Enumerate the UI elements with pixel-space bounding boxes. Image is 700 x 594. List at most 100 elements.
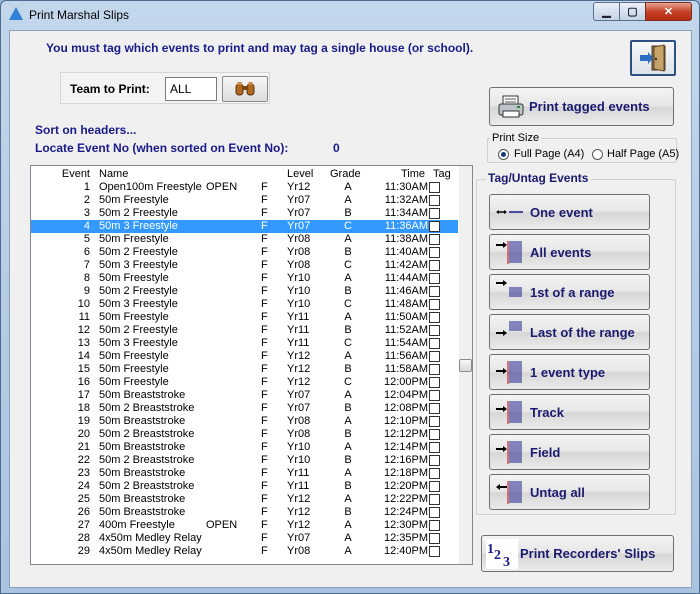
- table-row[interactable]: 15 50m Freestyle F Yr12 B 11:58AM: [31, 363, 451, 376]
- half-page-label[interactable]: Half Page (A5): [607, 148, 679, 160]
- events-list[interactable]: Event Name Level Grade Time Tag 1 Open100…: [30, 165, 473, 565]
- tag-checkbox[interactable]: [429, 429, 440, 440]
- team-to-print-label: Team to Print:: [70, 82, 150, 96]
- tag-checkbox[interactable]: [429, 221, 440, 232]
- table-row[interactable]: 11 50m Freestyle F Yr11 A 11:50AM: [31, 311, 451, 324]
- event-level: Yr10: [287, 441, 311, 453]
- tag-checkbox[interactable]: [429, 494, 440, 505]
- tag-checkbox[interactable]: [429, 182, 440, 193]
- track-button[interactable]: Track: [489, 394, 650, 430]
- table-row[interactable]: 5 50m Freestyle F Yr08 A 11:38AM: [31, 233, 451, 246]
- tag-checkbox[interactable]: [429, 520, 440, 531]
- tag-checkbox[interactable]: [429, 377, 440, 388]
- tag-checkbox[interactable]: [429, 390, 440, 401]
- radio-full-page[interactable]: [498, 149, 509, 160]
- tag-checkbox[interactable]: [429, 455, 440, 466]
- close-button[interactable]: ✕: [645, 2, 692, 21]
- print-tagged-events-button[interactable]: Print tagged events: [489, 87, 674, 126]
- tag-checkbox[interactable]: [429, 364, 440, 375]
- table-row[interactable]: 14 50m Freestyle F Yr12 A 11:56AM: [31, 350, 451, 363]
- table-row[interactable]: 24 50m 2 Breaststroke F Yr11 B 12:20PM: [31, 480, 451, 493]
- untag-all-button[interactable]: Untag all: [489, 474, 650, 510]
- table-row[interactable]: 3 50m 2 Freestyle F Yr07 B 11:34AM: [31, 207, 451, 220]
- header-tag[interactable]: Tag: [433, 168, 451, 181]
- tag-checkbox[interactable]: [429, 273, 440, 284]
- field-button[interactable]: Field: [489, 434, 650, 470]
- table-row[interactable]: 29 4x50m Medley Relay F Yr08 A 12:40PM: [31, 545, 451, 558]
- tag-checkbox[interactable]: [429, 338, 440, 349]
- table-row[interactable]: 27 400m Freestyle OPEN F Yr12 A 12:30PM: [31, 519, 451, 532]
- event-number: 15: [77, 363, 90, 375]
- table-row[interactable]: 16 50m Freestyle F Yr12 C 12:00PM: [31, 376, 451, 389]
- scrollbar-thumb[interactable]: [459, 359, 472, 372]
- table-row[interactable]: 10 50m 3 Freestyle F Yr10 C 11:48AM: [31, 298, 451, 311]
- event-level: Yr08: [287, 415, 311, 427]
- event-grade: A: [344, 441, 352, 453]
- tag-checkbox[interactable]: [429, 507, 440, 518]
- instruction-text: You must tag which events to print and m…: [46, 41, 474, 55]
- header-event[interactable]: Event: [31, 168, 90, 181]
- header-grade[interactable]: Grade: [330, 168, 361, 181]
- table-row[interactable]: 25 50m Breaststroke F Yr12 A 12:22PM: [31, 493, 451, 506]
- header-name[interactable]: Name: [99, 168, 259, 181]
- table-row[interactable]: 17 50m Breaststroke F Yr07 A 12:04PM: [31, 389, 451, 402]
- table-row[interactable]: 6 50m 2 Freestyle F Yr08 B 11:40AM: [31, 246, 451, 259]
- table-row[interactable]: 4 50m 3 Freestyle F Yr07 C 11:36AM: [31, 220, 458, 233]
- table-row[interactable]: 2 50m Freestyle F Yr07 A 11:32AM: [31, 194, 451, 207]
- table-row[interactable]: 26 50m Breaststroke F Yr12 B 12:24PM: [31, 506, 451, 519]
- tag-checkbox[interactable]: [429, 208, 440, 219]
- table-row[interactable]: 23 50m Breaststroke F Yr11 A 12:18PM: [31, 467, 451, 480]
- tag-checkbox[interactable]: [429, 546, 440, 557]
- table-row[interactable]: 8 50m Freestyle F Yr10 A 11:44AM: [31, 272, 451, 285]
- maximize-button[interactable]: ▢: [619, 2, 646, 21]
- tag-checkbox[interactable]: [429, 481, 440, 492]
- list-scrollbar[interactable]: [459, 166, 472, 564]
- table-row[interactable]: 28 4x50m Medley Relay F Yr07 A 12:35PM: [31, 532, 451, 545]
- tag-checkbox[interactable]: [429, 403, 440, 414]
- exit-button[interactable]: [630, 40, 676, 76]
- tag-checkbox[interactable]: [429, 247, 440, 258]
- one-event-button[interactable]: One event: [489, 194, 650, 230]
- first-of-range-button[interactable]: 1st of a range: [489, 274, 650, 310]
- tag-checkbox[interactable]: [429, 325, 440, 336]
- event-time: 11:54AM: [384, 337, 428, 349]
- header-time[interactable]: Time: [401, 168, 425, 181]
- list-header: Event Name Level Grade Time Tag: [31, 168, 451, 181]
- table-row[interactable]: 1 Open100m Freestyle OPEN F Yr12 A 11:30AM: [31, 181, 451, 194]
- tag-checkbox[interactable]: [429, 260, 440, 271]
- table-row[interactable]: 20 50m 2 Breaststroke F Yr08 B 12:12PM: [31, 428, 451, 441]
- tag-checkbox[interactable]: [429, 195, 440, 206]
- find-team-button[interactable]: [222, 76, 268, 102]
- tag-checkbox[interactable]: [429, 533, 440, 544]
- table-row[interactable]: 12 50m 2 Freestyle F Yr11 B 11:52AM: [31, 324, 451, 337]
- tag-checkbox[interactable]: [429, 351, 440, 362]
- table-row[interactable]: 19 50m Breaststroke F Yr08 A 12:10PM: [31, 415, 451, 428]
- tag-checkbox[interactable]: [429, 442, 440, 453]
- event-name: 50m Freestyle: [99, 233, 169, 245]
- table-row[interactable]: 7 50m 3 Freestyle F Yr08 C 11:42AM: [31, 259, 451, 272]
- event-type-button[interactable]: 1 event type: [489, 354, 650, 390]
- tag-checkbox[interactable]: [429, 416, 440, 427]
- header-level[interactable]: Level: [287, 168, 317, 181]
- minimize-button[interactable]: ▁: [593, 2, 620, 21]
- event-time: 11:50AM: [384, 311, 428, 323]
- tag-checkbox[interactable]: [429, 234, 440, 245]
- team-to-print-input[interactable]: [165, 77, 217, 101]
- tag-checkbox[interactable]: [429, 468, 440, 479]
- full-page-label[interactable]: Full Page (A4): [514, 148, 584, 160]
- table-row[interactable]: 13 50m 3 Freestyle F Yr11 C 11:54AM: [31, 337, 451, 350]
- tag-checkbox[interactable]: [429, 286, 440, 297]
- table-row[interactable]: 9 50m 2 Freestyle F Yr10 B 11:46AM: [31, 285, 451, 298]
- all-events-button[interactable]: All events: [489, 234, 650, 270]
- tag-checkbox[interactable]: [429, 312, 440, 323]
- tag-checkbox[interactable]: [429, 299, 440, 310]
- event-level: Yr11: [287, 324, 310, 336]
- locate-event-value[interactable]: 0: [333, 141, 340, 155]
- table-row[interactable]: 22 50m 2 Breaststroke F Yr10 B 12:16PM: [31, 454, 451, 467]
- title-bar[interactable]: Print Marshal Slips ▁ ▢ ✕: [1, 1, 699, 29]
- radio-half-page[interactable]: [592, 149, 603, 160]
- table-row[interactable]: 21 50m Breaststroke F Yr10 A 12:14PM: [31, 441, 451, 454]
- print-recorders-slips-button[interactable]: 1 2 3 Print Recorders' Slips: [481, 535, 674, 572]
- last-of-range-button[interactable]: Last of the range: [489, 314, 650, 350]
- table-row[interactable]: 18 50m 2 Breaststroke F Yr07 B 12:08PM: [31, 402, 451, 415]
